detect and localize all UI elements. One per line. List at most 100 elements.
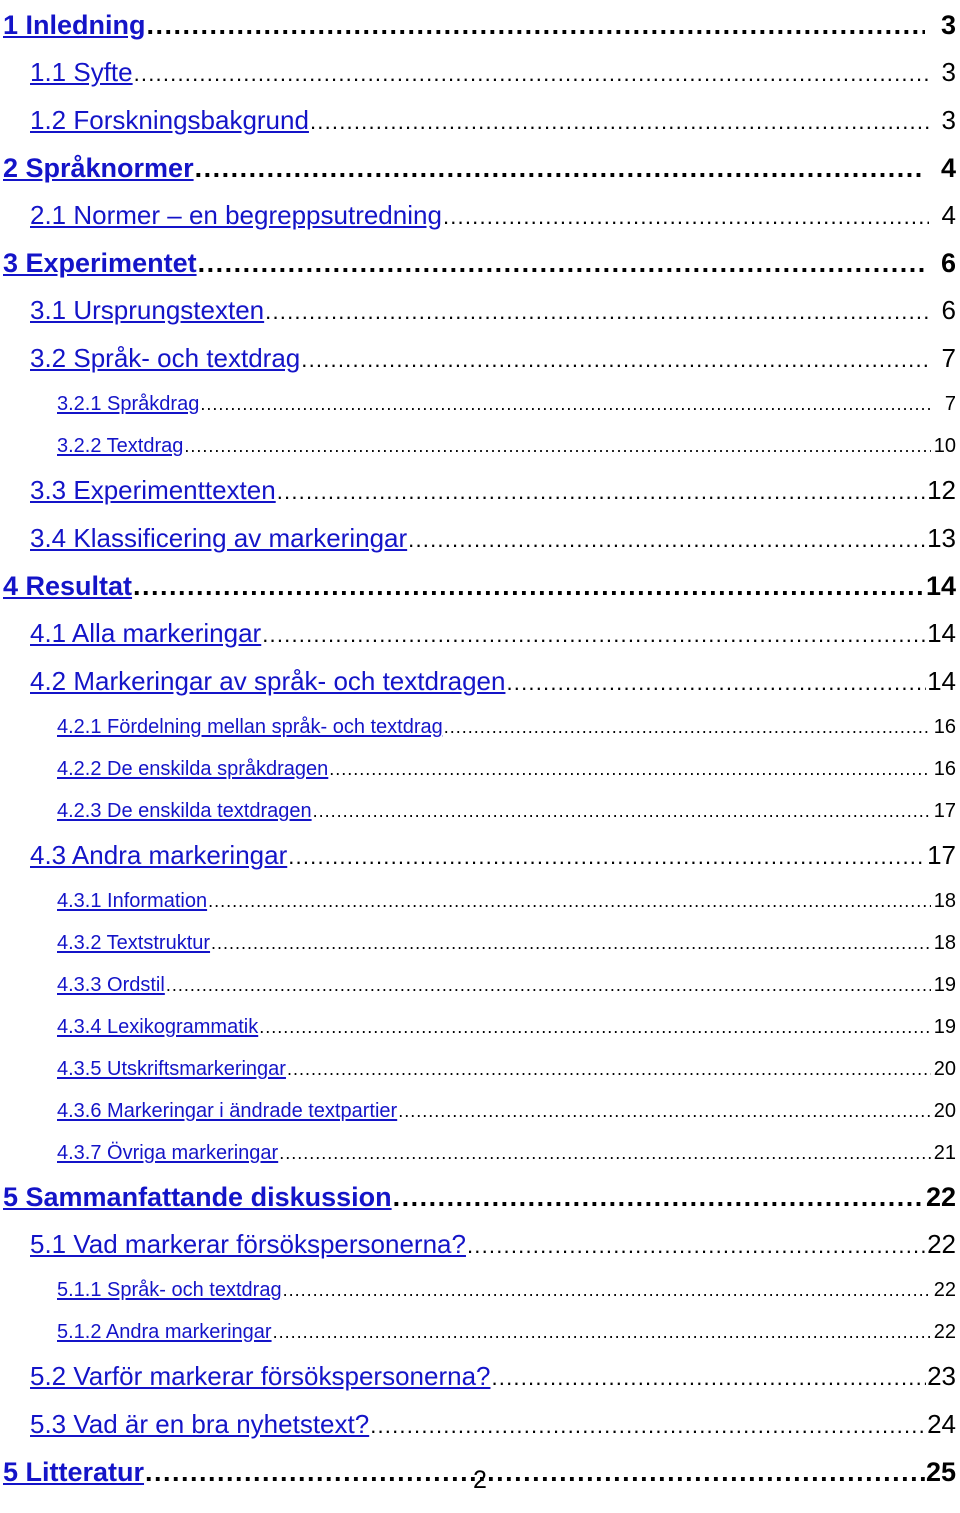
- toc-entry-title[interactable]: 1.2 Forskningsbakgrund: [30, 97, 309, 144]
- toc-dot-leader: ........................................…: [312, 801, 931, 821]
- toc-entry[interactable]: 1 Inledning.............................…: [0, 2, 960, 49]
- toc-entry[interactable]: 5.1.2 Andra markeringar.................…: [0, 1311, 960, 1353]
- toc-entry-title[interactable]: 3 Experimentet: [3, 240, 197, 287]
- toc-entry[interactable]: 5.1 Vad markerar försökspersonerna?.....…: [0, 1221, 960, 1269]
- toc-entry[interactable]: 3.1 Ursprungstexten.....................…: [0, 287, 960, 335]
- toc-entry[interactable]: 5.3 Vad är en bra nyhetstext?...........…: [0, 1401, 960, 1449]
- toc-dot-leader: ........................................…: [443, 717, 931, 737]
- toc-entry-title[interactable]: 3.2.2 Textdrag: [57, 425, 183, 467]
- toc-entry[interactable]: 4.1 Alla markeringar....................…: [0, 610, 960, 658]
- toc-entry-title[interactable]: 5 Sammanfattande diskussion: [3, 1174, 392, 1221]
- toc-entry-title[interactable]: 3.3 Experimenttexten: [30, 467, 276, 514]
- toc-entry-title[interactable]: 4.2.1 Fördelning mellan språk- och textd…: [57, 706, 443, 748]
- toc-entry-title[interactable]: 4.3.1 Information: [57, 880, 207, 922]
- toc-entry[interactable]: 3.2 Språk- och textdrag.................…: [0, 335, 960, 383]
- toc-entry[interactable]: 1.2 Forskningsbakgrund..................…: [0, 97, 960, 145]
- toc-dot-leader: ........................................…: [265, 299, 929, 324]
- toc-entry-page-number: 14: [927, 618, 956, 648]
- toc-entry-title[interactable]: 4 Resultat: [3, 563, 132, 610]
- toc-entry-page-number: 22: [933, 1279, 956, 1301]
- toc-dot-leader: ........................................…: [146, 10, 925, 40]
- toc-entry[interactable]: 4.2.3 De enskilda textdragen............…: [0, 790, 960, 832]
- toc-entry[interactable]: 5 Sammanfattande diskussion.............…: [0, 1174, 960, 1221]
- toc-entry-title[interactable]: 4.2.2 De enskilda språkdragen: [57, 748, 328, 790]
- toc-entry[interactable]: 4.3.1 Information.......................…: [0, 880, 960, 922]
- toc-entry[interactable]: 2.1 Normer – en begreppsutredning.......…: [0, 192, 960, 240]
- toc-dot-leader: ........................................…: [272, 1322, 931, 1342]
- toc-entry-title[interactable]: 4.3.7 Övriga markeringar: [57, 1132, 278, 1174]
- toc-entry-title[interactable]: 4.3.4 Lexikogrammatik: [57, 1006, 258, 1048]
- toc-entry-title[interactable]: 4.3.2 Textstruktur: [57, 922, 210, 964]
- toc-entry-title[interactable]: 5.1.1 Språk- och textdrag: [57, 1269, 282, 1311]
- toc-entry-title[interactable]: 4.2.3 De enskilda textdragen: [57, 790, 312, 832]
- toc-entry[interactable]: 3 Experimentet..........................…: [0, 240, 960, 287]
- footer-page-number: 2: [473, 1466, 487, 1494]
- toc-entry-page-number: 6: [941, 295, 956, 325]
- toc-dot-leader: ........................................…: [282, 1280, 931, 1300]
- toc-entry-title[interactable]: 5.1.2 Andra markeringar: [57, 1311, 272, 1353]
- toc-dot-leader: ........................................…: [133, 61, 929, 86]
- toc-entry-page-number: 6: [940, 248, 956, 278]
- toc-entry-page-number: 3: [941, 57, 956, 87]
- toc-entry[interactable]: 2 Språknormer...........................…: [0, 145, 960, 192]
- toc-entry-page-number: 18: [933, 932, 956, 954]
- toc-entry-title[interactable]: 5.1 Vad markerar försökspersonerna?: [30, 1221, 466, 1268]
- toc-entry-title[interactable]: 5.3 Vad är en bra nyhetstext?: [30, 1401, 369, 1448]
- toc-entry-page-number: 22: [927, 1229, 956, 1259]
- toc-entry-title[interactable]: 4.1 Alla markeringar: [30, 610, 261, 657]
- toc-entry-title[interactable]: 3.1 Ursprungstexten: [30, 287, 264, 334]
- toc-entry-page-number: 3: [941, 105, 956, 135]
- toc-entry[interactable]: 4.3.6 Markeringar i ändrade textpartier.…: [0, 1090, 960, 1132]
- toc-entry[interactable]: 4.3 Andra markeringar...................…: [0, 832, 960, 880]
- toc-entry-title[interactable]: 1.1 Syfte: [30, 49, 133, 96]
- table-of-contents: 1 Inledning.............................…: [0, 0, 960, 1496]
- toc-entry[interactable]: 5.1.1 Språk- och textdrag...............…: [0, 1269, 960, 1311]
- toc-entry-title[interactable]: 4.3.3 Ordstil: [57, 964, 165, 1006]
- toc-entry-page-number: 12: [927, 475, 956, 505]
- toc-entry[interactable]: 3.2.2 Textdrag..........................…: [0, 425, 960, 467]
- toc-entry-page-number: 20: [933, 1100, 956, 1122]
- toc-entry[interactable]: 3.2.1 Språkdrag.........................…: [0, 383, 960, 425]
- toc-dot-leader: ........................................…: [211, 933, 931, 953]
- toc-entry-title[interactable]: 5.2 Varför markerar försökspersonerna?: [30, 1353, 491, 1400]
- toc-dot-leader: ........................................…: [208, 891, 931, 911]
- toc-entry-title[interactable]: 2.1 Normer – en begreppsutredning: [30, 192, 442, 239]
- toc-dot-leader: ........................................…: [165, 975, 931, 995]
- toc-entry[interactable]: 4.2.1 Fördelning mellan språk- och textd…: [0, 706, 960, 748]
- toc-entry-title[interactable]: 3.4 Klassificering av markeringar: [30, 515, 407, 562]
- toc-entry[interactable]: 4.2.2 De enskilda språkdragen...........…: [0, 748, 960, 790]
- toc-entry-title[interactable]: 2 Språknormer: [3, 145, 194, 192]
- toc-entry[interactable]: 5.2 Varför markerar försökspersonerna?..…: [0, 1353, 960, 1401]
- toc-dot-leader: ........................................…: [491, 1365, 927, 1390]
- toc-dot-leader: ........................................…: [370, 1413, 926, 1438]
- toc-dot-leader: ........................................…: [398, 1101, 931, 1121]
- toc-entry-page-number: 16: [933, 758, 956, 780]
- toc-dot-leader: ........................................…: [197, 248, 925, 278]
- toc-entry-page-number: 24: [927, 1409, 956, 1439]
- toc-dot-leader: ........................................…: [194, 153, 925, 183]
- toc-entry[interactable]: 4.3.3 Ordstil...........................…: [0, 964, 960, 1006]
- toc-entry[interactable]: 1.1 Syfte...............................…: [0, 49, 960, 97]
- toc-entry[interactable]: 4.3.2 Textstruktur......................…: [0, 922, 960, 964]
- toc-dot-leader: ........................................…: [259, 1017, 931, 1037]
- toc-entry-page-number: 17: [927, 840, 956, 870]
- toc-dot-leader: ........................................…: [276, 479, 926, 504]
- toc-entry-title[interactable]: 4.3.6 Markeringar i ändrade textpartier: [57, 1090, 397, 1132]
- toc-entry[interactable]: 3.3 Experimenttexten....................…: [0, 467, 960, 515]
- toc-dot-leader: ........................................…: [288, 844, 927, 869]
- toc-entry-page-number: 10: [933, 435, 956, 457]
- toc-entry-title[interactable]: 4.2 Markeringar av språk- och textdragen: [30, 658, 505, 705]
- toc-entry[interactable]: 4.3.7 Övriga markeringar................…: [0, 1132, 960, 1174]
- toc-entry[interactable]: 4.3.4 Lexikogrammatik...................…: [0, 1006, 960, 1048]
- toc-entry-title[interactable]: 1 Inledning: [3, 2, 146, 49]
- toc-entry-title[interactable]: 4.3 Andra markeringar: [30, 832, 287, 879]
- toc-entry-title[interactable]: 3.2 Språk- och textdrag: [30, 335, 300, 382]
- toc-entry-title[interactable]: 4.3.5 Utskriftsmarkeringar: [57, 1048, 286, 1090]
- toc-entry-page-number: 20: [933, 1058, 956, 1080]
- toc-entry-title[interactable]: 3.2.1 Språkdrag: [57, 383, 199, 425]
- toc-entry[interactable]: 4 Resultat..............................…: [0, 563, 960, 610]
- toc-dot-leader: ........................................…: [392, 1182, 925, 1212]
- toc-entry[interactable]: 4.2 Markeringar av språk- och textdragen…: [0, 658, 960, 706]
- toc-entry[interactable]: 3.4 Klassificering av markeringar.......…: [0, 515, 960, 563]
- toc-entry[interactable]: 4.3.5 Utskriftsmarkeringar..............…: [0, 1048, 960, 1090]
